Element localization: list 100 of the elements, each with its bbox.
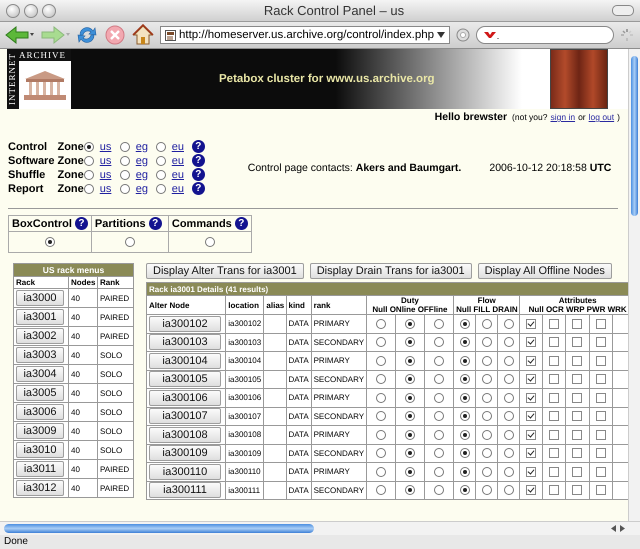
radio-button[interactable] (482, 411, 492, 422)
radio-button[interactable] (376, 411, 386, 422)
checkbox[interactable] (596, 374, 606, 384)
help-icon[interactable]: ? (192, 168, 205, 181)
checkbox[interactable] (596, 411, 606, 422)
node-button[interactable]: ia300106 (149, 390, 221, 406)
rack-button[interactable]: ia3002 (16, 328, 64, 344)
radio-button[interactable] (404, 485, 415, 496)
radio-button[interactable] (482, 448, 492, 458)
radio-button[interactable] (120, 184, 130, 194)
scroll-right-icon[interactable] (619, 525, 626, 532)
radio-button[interactable] (376, 485, 386, 496)
rack-button[interactable]: ia3010 (16, 442, 64, 458)
radio-button[interactable] (482, 392, 492, 403)
zone-link[interactable]: eg (136, 154, 156, 166)
radio-button[interactable] (84, 156, 94, 166)
help-icon[interactable]: ? (192, 140, 205, 153)
radio-button[interactable] (504, 318, 514, 329)
radio-button[interactable] (460, 411, 470, 422)
zone-link[interactable]: eu (172, 140, 192, 152)
help-icon[interactable]: ? (192, 154, 205, 167)
radio-button[interactable] (404, 411, 415, 422)
zone-link[interactable]: eg (136, 168, 156, 180)
radio-button[interactable] (482, 318, 492, 329)
checkbox[interactable] (549, 448, 560, 458)
radio-button[interactable] (434, 411, 444, 422)
checkbox[interactable] (596, 485, 606, 496)
checkbox[interactable] (549, 374, 560, 384)
radio-button[interactable] (482, 356, 492, 366)
radio-button[interactable] (120, 156, 130, 166)
checkbox[interactable] (596, 318, 606, 329)
checkbox[interactable] (549, 392, 560, 403)
node-button[interactable]: ia300107 (149, 408, 221, 424)
window-control-button[interactable] (42, 4, 56, 18)
radio-button[interactable] (44, 237, 55, 247)
rack-button[interactable]: ia3003 (16, 347, 64, 363)
radio-button[interactable] (404, 318, 415, 329)
zone-link[interactable]: us (100, 140, 120, 152)
node-button[interactable]: ia300104 (149, 352, 221, 369)
scroll-left-icon[interactable] (610, 525, 617, 532)
radio-button[interactable] (204, 237, 215, 247)
back-icon[interactable] (4, 24, 34, 46)
zone-link[interactable]: eu (172, 154, 192, 166)
radio-button[interactable] (504, 337, 514, 348)
radio-button[interactable] (482, 466, 492, 477)
help-icon[interactable]: ? (148, 217, 162, 230)
rack-button[interactable]: ia3012 (16, 480, 64, 496)
radio-button[interactable] (460, 485, 470, 496)
help-icon[interactable]: ? (74, 217, 88, 230)
radio-button[interactable] (434, 356, 444, 366)
node-button[interactable]: ia300103 (149, 334, 221, 350)
toolbar-toggle-button[interactable] (612, 5, 634, 16)
radio-button[interactable] (376, 466, 386, 477)
checkbox[interactable] (549, 318, 560, 329)
radio-button[interactable] (504, 430, 514, 440)
radio-button[interactable] (504, 374, 514, 384)
checkbox[interactable] (526, 430, 536, 440)
address-field[interactable]: http://homeserver.us.archive.org/control/index.php (160, 26, 450, 44)
zone-link[interactable]: eu (172, 182, 192, 194)
radio-button[interactable] (120, 142, 130, 152)
radio-button[interactable] (504, 485, 514, 496)
checkbox[interactable] (549, 411, 560, 422)
checkbox[interactable] (526, 356, 536, 366)
radio-button[interactable] (376, 356, 386, 366)
radio-button[interactable] (404, 337, 415, 348)
radio-button[interactable] (460, 392, 470, 403)
radio-button[interactable] (124, 237, 135, 247)
radio-button[interactable] (434, 430, 444, 440)
zone-link[interactable]: us (100, 168, 120, 180)
checkbox[interactable] (526, 318, 536, 329)
radio-button[interactable] (434, 318, 444, 329)
checkbox[interactable] (549, 485, 560, 496)
radio-button[interactable] (504, 356, 514, 366)
checkbox[interactable] (596, 337, 606, 348)
checkbox[interactable] (572, 411, 582, 422)
node-button[interactable]: ia300111 (149, 482, 221, 498)
rack-button[interactable]: ia3009 (16, 423, 64, 439)
radio-button[interactable] (504, 448, 514, 458)
checkbox[interactable] (596, 448, 606, 458)
checkbox[interactable] (549, 430, 560, 440)
radio-button[interactable] (84, 184, 94, 194)
radio-button[interactable] (460, 318, 470, 329)
radio-button[interactable] (434, 374, 444, 384)
window-control-button[interactable] (6, 4, 20, 18)
checkbox[interactable] (572, 430, 582, 440)
rack-button[interactable]: ia3011 (16, 461, 64, 477)
help-icon[interactable]: ? (192, 182, 205, 195)
zone-link[interactable]: us (100, 182, 120, 194)
checkbox[interactable] (572, 448, 582, 458)
checkbox[interactable] (549, 337, 560, 348)
checkbox[interactable] (596, 466, 606, 477)
radio-button[interactable] (376, 374, 386, 384)
dropdown-arrow-icon[interactable] (437, 32, 446, 38)
radio-button[interactable] (460, 356, 470, 366)
checkbox[interactable] (526, 374, 536, 384)
node-button[interactable]: ia300109 (149, 445, 221, 462)
checkbox[interactable] (572, 337, 582, 348)
horizontal-scrollbar[interactable] (0, 521, 640, 535)
radio-button[interactable] (376, 448, 386, 458)
checkbox[interactable] (572, 466, 582, 477)
